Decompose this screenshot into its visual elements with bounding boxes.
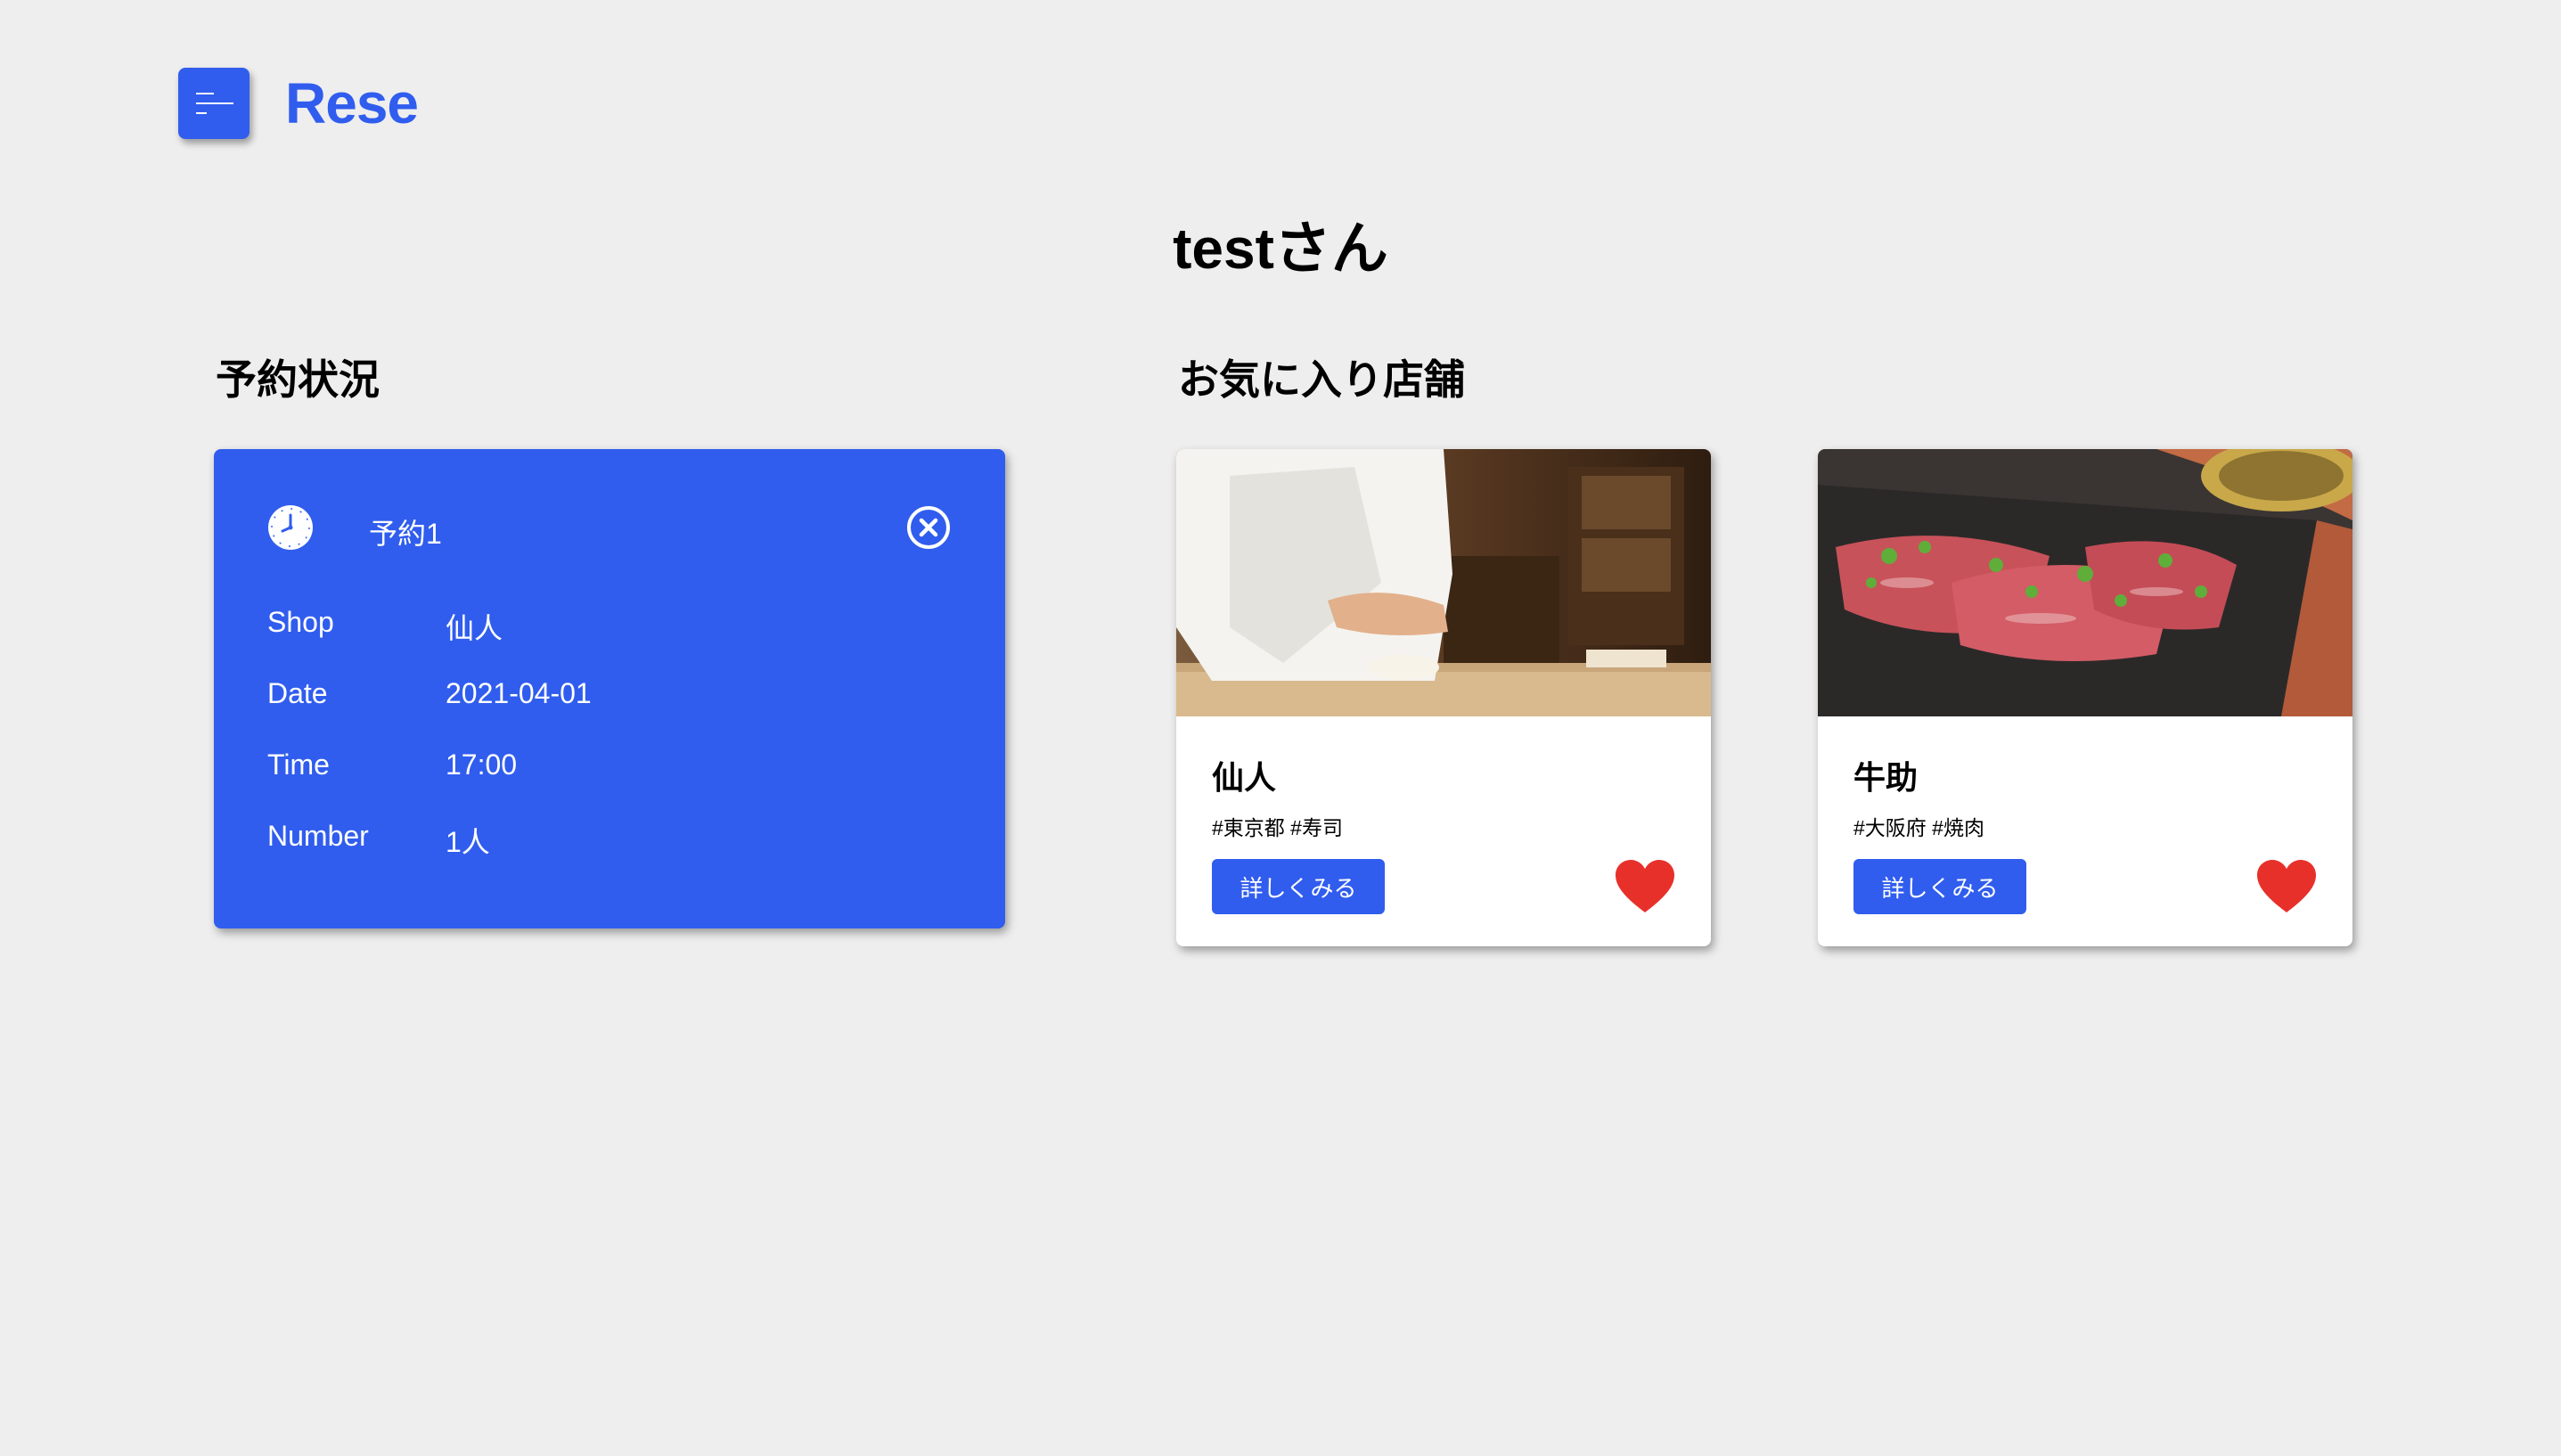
favorite-shop-card: 牛助 #大阪府 #焼肉 詳しくみる — [1818, 449, 2352, 946]
field-label: Time — [267, 748, 330, 781]
menu-button[interactable] — [178, 68, 250, 139]
hamburger-line — [196, 112, 207, 114]
reservation-details: Shop 仙人 Date 2021-04-01 Time 17:00 Numbe… — [267, 606, 891, 891]
heart-icon[interactable] — [2256, 859, 2317, 914]
detail-button[interactable]: 詳しくみる — [1853, 859, 2026, 914]
sushi-chef-photo — [1176, 449, 1711, 716]
field-value: 17:00 — [446, 748, 518, 781]
clock-icon — [268, 505, 313, 550]
heart-icon[interactable] — [1615, 859, 1675, 914]
shop-tags: #大阪府 #焼肉 — [1853, 816, 1984, 839]
favorites-section-title: お気に入り店舗 — [1178, 356, 1465, 403]
hamburger-line — [196, 102, 233, 104]
user-greeting: testさん — [1173, 217, 1388, 281]
reservation-row-number: Number 1人 — [267, 820, 891, 891]
reservation-card: 予約1 Shop 仙人 Date 2021-04-01 Time 17:00 N… — [214, 449, 1005, 928]
field-value: 2021-04-01 — [446, 677, 592, 709]
shop-card-body: 牛助 #大阪府 #焼肉 詳しくみる — [1853, 752, 2317, 946]
cancel-circle-icon[interactable] — [905, 504, 952, 551]
hamburger-menu-icon — [196, 93, 214, 94]
reservation-row-shop: Shop 仙人 — [267, 606, 891, 677]
field-value: 仙人 — [446, 612, 503, 644]
shop-name: 牛助 — [1853, 759, 1919, 796]
field-label: Number — [267, 820, 369, 852]
favorite-shop-card: 仙人 #東京都 #寿司 詳しくみる — [1176, 449, 1711, 946]
shop-name: 仙人 — [1212, 759, 1277, 796]
shop-card-body: 仙人 #東京都 #寿司 詳しくみる — [1212, 752, 1675, 946]
reservation-section-title: 予約状況 — [216, 356, 380, 403]
field-label: Shop — [267, 606, 334, 638]
reservation-row-date: Date 2021-04-01 — [267, 677, 891, 748]
reservation-row-time: Time 17:00 — [267, 748, 891, 820]
reservation-name: 予約1 — [369, 518, 442, 550]
detail-button[interactable]: 詳しくみる — [1212, 859, 1385, 914]
field-label: Date — [267, 677, 328, 709]
logo[interactable]: Rese — [285, 70, 419, 136]
field-value: 1人 — [446, 826, 490, 858]
yakiniku-meat-photo — [1818, 449, 2352, 716]
header: Rese — [178, 68, 419, 139]
reservation-card-header: 予約1 — [267, 503, 952, 552]
shop-tags: #東京都 #寿司 — [1212, 816, 1343, 839]
